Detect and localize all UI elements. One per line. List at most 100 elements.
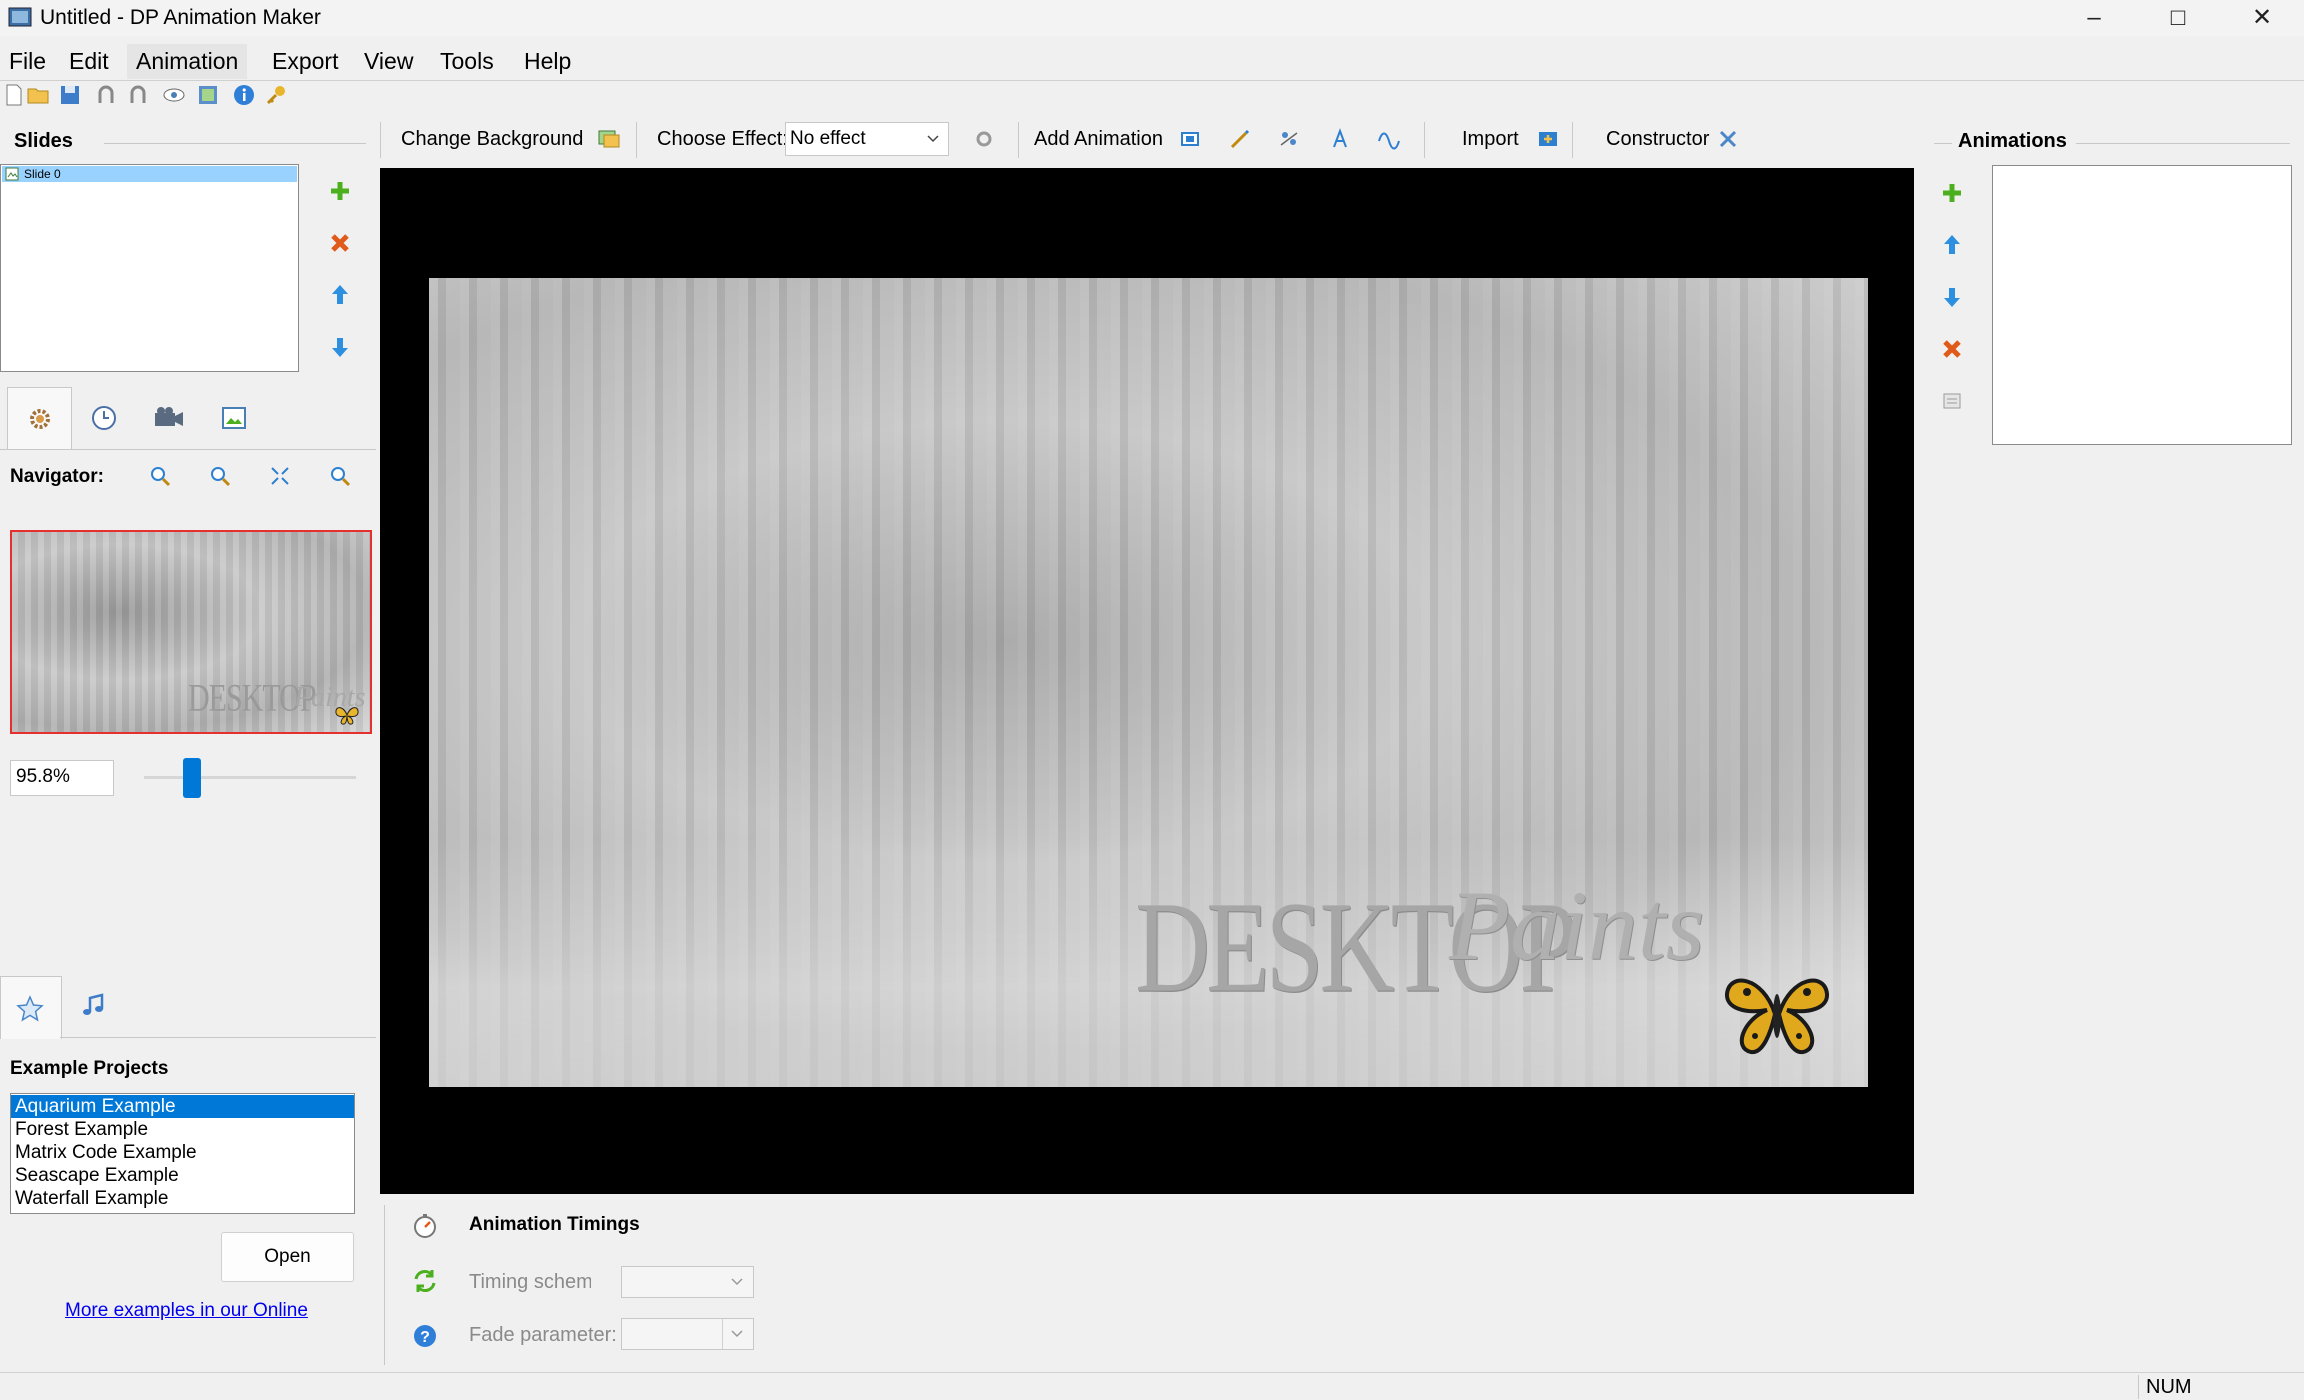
toolbar-separator: [1572, 122, 1573, 158]
key-icon[interactable]: [264, 83, 288, 107]
close-button[interactable]: ✕: [2220, 0, 2304, 36]
move-slide-up-icon[interactable]: [326, 281, 354, 309]
toolbar-separator: [380, 122, 381, 158]
example-item[interactable]: Waterfall Example: [11, 1187, 354, 1210]
redo-icon[interactable]: [126, 83, 150, 107]
slide-item-label: Slide 0: [24, 167, 61, 181]
open-example-button[interactable]: Open: [221, 1232, 354, 1282]
tab-navigator[interactable]: [7, 387, 72, 450]
slide-canvas[interactable]: DESKTOP Paints: [429, 278, 1868, 1087]
slide-item[interactable]: Slide 0: [2, 166, 297, 182]
help-icon: ?: [414, 1325, 436, 1347]
change-background-label[interactable]: Change Background: [401, 128, 583, 151]
zoom-slider-thumb[interactable]: [182, 758, 201, 798]
project-settings-icon[interactable]: [196, 83, 220, 107]
zoom-out-icon[interactable]: [209, 465, 231, 487]
chevron-down-icon: [731, 1278, 743, 1286]
save-icon[interactable]: [58, 83, 82, 107]
zoom-actual-icon[interactable]: [329, 465, 351, 487]
add-brush-animation-icon[interactable]: [1228, 127, 1252, 151]
effect-select-value: No effect: [790, 128, 866, 149]
move-slide-down-icon[interactable]: [326, 333, 354, 361]
menu-file[interactable]: File: [0, 44, 55, 79]
menu-bar: File Edit Animation Export View Tools He…: [0, 44, 2304, 80]
zoom-fit-icon[interactable]: [269, 465, 291, 487]
add-wave-animation-icon[interactable]: [1377, 127, 1401, 151]
toolbar-separator: [636, 122, 637, 158]
navigator-preview[interactable]: DESKTOP Paints: [10, 530, 372, 734]
zoom-slider-track[interactable]: [144, 776, 356, 779]
move-animation-up-icon[interactable]: [1938, 231, 1966, 259]
more-examples-link[interactable]: More examples in our Online: [65, 1300, 308, 1322]
slides-divider: [104, 143, 366, 144]
animations-divider-left: [1934, 143, 1952, 144]
menu-view[interactable]: View: [355, 44, 422, 79]
toolbar-separator: [1018, 122, 1019, 158]
effect-select[interactable]: No effect: [785, 122, 949, 156]
slides-title: Slides: [14, 130, 73, 152]
import-label[interactable]: Import: [1462, 128, 1519, 151]
animations-divider: [2076, 143, 2290, 144]
tab-examples[interactable]: [0, 976, 62, 1039]
refresh-icon: [414, 1270, 436, 1292]
slide-thumbnail-icon: [5, 167, 19, 181]
canvas-viewport[interactable]: DESKTOP Paints: [380, 168, 1914, 1194]
timing-scheme-select[interactable]: [621, 1266, 754, 1298]
constructor-label[interactable]: Constructor: [1606, 128, 1709, 151]
music-note-icon[interactable]: [80, 992, 108, 1020]
examples-tabs-baseline: [60, 1037, 376, 1038]
minimize-button[interactable]: –: [2052, 0, 2136, 36]
menu-help[interactable]: Help: [515, 44, 580, 79]
choose-effect-label: Choose Effect:: [657, 128, 788, 150]
menu-tools[interactable]: Tools: [431, 44, 503, 79]
preview-eye-icon[interactable]: [162, 83, 186, 107]
app-icon: [8, 7, 32, 27]
status-separator: [2138, 1375, 2139, 1399]
image-settings-icon[interactable]: [220, 404, 248, 432]
example-projects-title: Example Projects: [10, 1058, 169, 1079]
animation-timings-title: Animation Timings: [469, 1214, 640, 1235]
example-item[interactable]: Matrix Code Example: [11, 1141, 354, 1164]
zoom-in-icon[interactable]: [149, 465, 171, 487]
constructor-icon[interactable]: [1716, 127, 1740, 151]
example-item[interactable]: Seascape Example: [11, 1164, 354, 1187]
fade-parameter-select[interactable]: [621, 1318, 754, 1350]
change-background-icon[interactable]: [597, 127, 621, 151]
effect-settings-icon[interactable]: [972, 127, 996, 151]
animation-properties-icon[interactable]: [1938, 387, 1966, 415]
clock-icon[interactable]: [90, 404, 118, 432]
combo-divider: [722, 1319, 723, 1349]
import-icon[interactable]: [1536, 127, 1560, 151]
open-folder-icon[interactable]: [26, 83, 50, 107]
add-slide-icon[interactable]: [326, 177, 354, 205]
zoom-input[interactable]: 95.8%: [10, 760, 114, 796]
example-projects-list[interactable]: Aquarium Example Forest Example Matrix C…: [10, 1093, 355, 1214]
add-text-animation-icon[interactable]: [1328, 127, 1352, 151]
add-animation-label[interactable]: Add Animation: [1034, 128, 1163, 151]
gear-icon: [30, 409, 50, 429]
add-animation-icon[interactable]: [1938, 179, 1966, 207]
chevron-down-icon: [731, 1330, 743, 1338]
add-particles-animation-icon[interactable]: [1277, 127, 1301, 151]
new-file-icon[interactable]: [2, 83, 26, 107]
example-item[interactable]: Forest Example: [11, 1118, 354, 1141]
chevron-down-icon: [927, 135, 939, 143]
slides-list[interactable]: Slide 0: [0, 164, 299, 372]
delete-slide-icon[interactable]: [326, 229, 354, 257]
undo-icon[interactable]: [94, 83, 118, 107]
status-bar: NUM: [0, 1372, 2304, 1400]
add-image-animation-icon[interactable]: [1178, 127, 1202, 151]
info-icon[interactable]: [232, 83, 256, 107]
toolbar-separator: [1424, 122, 1425, 158]
menu-edit[interactable]: Edit: [60, 44, 118, 79]
maximize-button[interactable]: □: [2136, 0, 2220, 36]
delete-animation-icon[interactable]: [1938, 335, 1966, 363]
menu-animation[interactable]: Animation: [127, 44, 248, 79]
camera-icon[interactable]: [153, 404, 185, 432]
animations-list[interactable]: [1992, 165, 2292, 445]
move-animation-down-icon[interactable]: [1938, 283, 1966, 311]
menu-export[interactable]: Export: [263, 44, 347, 79]
example-item[interactable]: Aquarium Example: [11, 1095, 354, 1118]
zoom-value: 95.8%: [16, 766, 70, 787]
title-bar: Untitled - DP Animation Maker – □ ✕: [0, 0, 2304, 36]
